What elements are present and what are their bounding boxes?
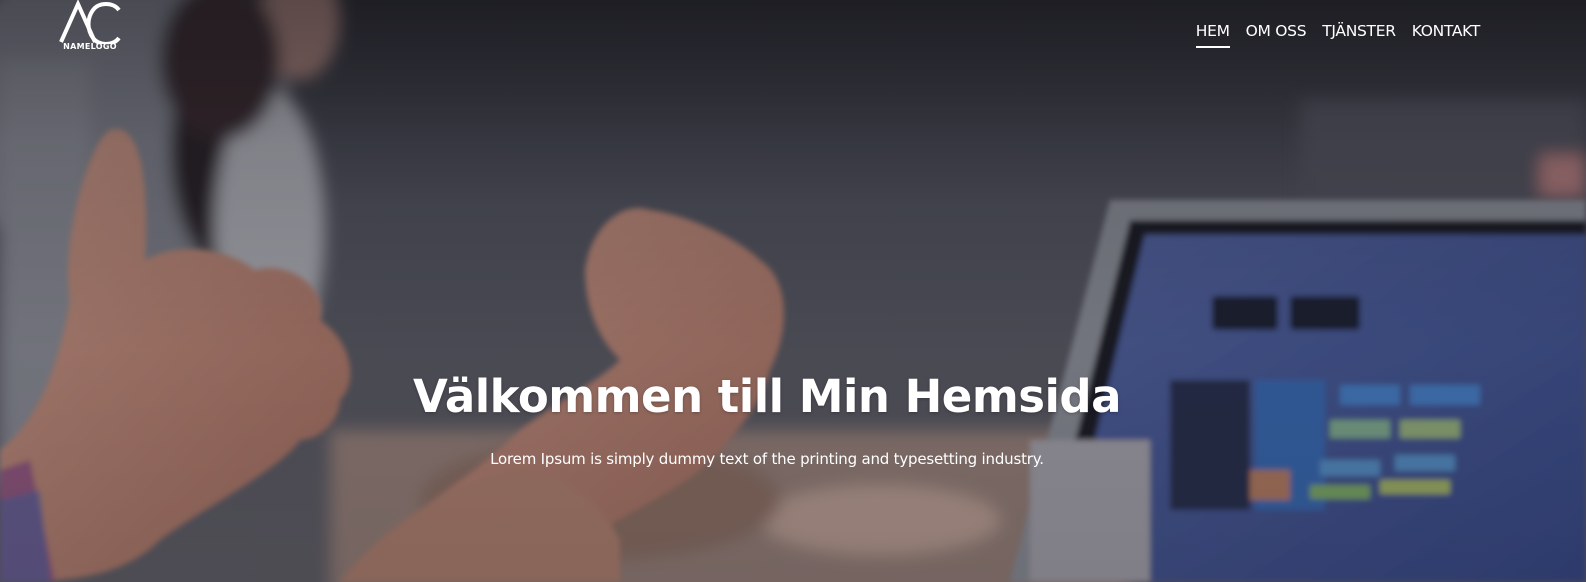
- hero-section: [0, 0, 1586, 582]
- nav-item-kontakt[interactable]: KONTAKT: [1412, 20, 1481, 48]
- main-navigation: HEM OM OSS TJÄNSTER KONTAKT: [1195, 20, 1481, 48]
- nav-item-hem[interactable]: HEM: [1195, 20, 1230, 48]
- hero-content: Välkommen till Min Hemsida Lorem Ipsum i…: [0, 368, 1534, 470]
- hero-subtitle: Lorem Ipsum is simply dummy text of the …: [490, 450, 1044, 468]
- site-logo[interactable]: NAMELOGO: [58, 0, 122, 56]
- hero-title: Välkommen till Min Hemsida: [412, 370, 1122, 423]
- nav-item-tjanster[interactable]: TJÄNSTER: [1322, 20, 1396, 48]
- logo-text: NAMELOGO: [63, 42, 117, 51]
- ac-monogram-icon: [59, 0, 121, 44]
- nav-item-om-oss[interactable]: OM OSS: [1246, 20, 1307, 48]
- hero-dark-overlay: [0, 0, 1586, 582]
